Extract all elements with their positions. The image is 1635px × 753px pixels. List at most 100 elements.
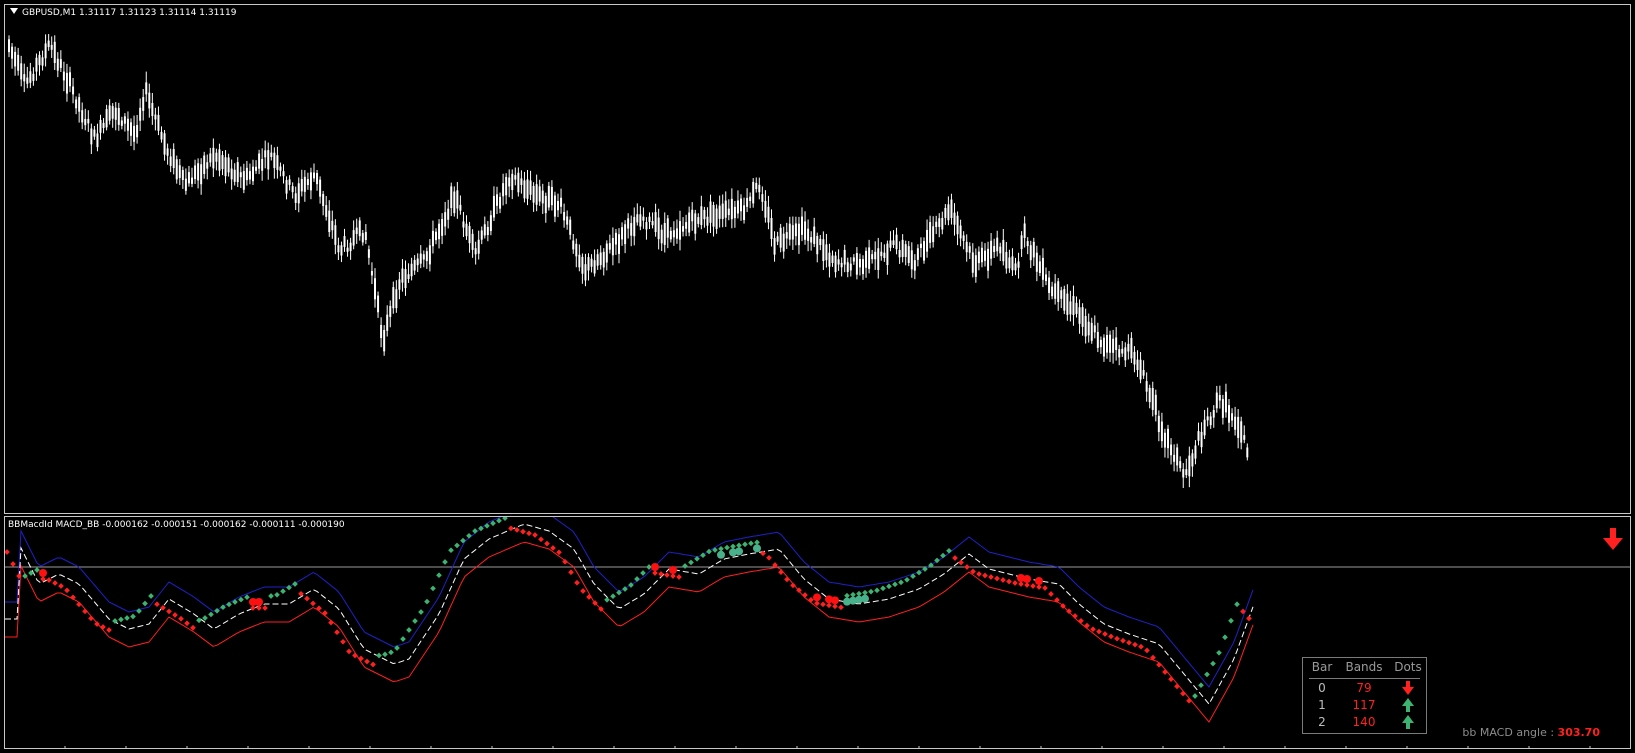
candle-body bbox=[75, 99, 78, 109]
candle-body bbox=[447, 208, 450, 220]
candle-body bbox=[102, 122, 105, 129]
candle-body bbox=[535, 184, 538, 205]
up-dot bbox=[904, 576, 910, 583]
down-dot bbox=[952, 555, 958, 561]
down-dot bbox=[808, 596, 814, 603]
candle-body bbox=[468, 225, 471, 244]
candle-body bbox=[200, 164, 203, 185]
candle-body bbox=[797, 223, 800, 246]
candle-body bbox=[178, 165, 181, 178]
candle-body bbox=[953, 212, 956, 225]
candle-body bbox=[724, 200, 727, 218]
candle-body bbox=[950, 199, 953, 219]
collapse-triangle-icon[interactable] bbox=[10, 8, 18, 14]
down-dot bbox=[1084, 622, 1090, 629]
down-dot bbox=[334, 629, 340, 636]
down-dot bbox=[70, 594, 76, 601]
candle-body bbox=[746, 197, 749, 207]
candle-body bbox=[843, 249, 846, 265]
candle-body bbox=[666, 218, 669, 238]
candle-body bbox=[1005, 251, 1008, 269]
candle-body bbox=[346, 247, 349, 252]
down-dot bbox=[526, 530, 532, 537]
macd-cross-dot bbox=[39, 569, 47, 577]
up-dot bbox=[460, 537, 466, 544]
candle-body bbox=[41, 57, 44, 66]
candle-body bbox=[1160, 421, 1163, 442]
candle-body bbox=[553, 195, 556, 217]
down-dot bbox=[784, 576, 790, 583]
price-chart-pane[interactable]: GBPUSD,M1 1.31117 1.31123 1.31114 1.3111… bbox=[4, 4, 1631, 514]
candle-body bbox=[669, 230, 672, 240]
down-dot bbox=[1138, 643, 1144, 650]
candle-body bbox=[1191, 453, 1194, 467]
candle-body bbox=[837, 259, 840, 265]
down-dot bbox=[1006, 578, 1012, 585]
candle-body bbox=[1200, 431, 1203, 448]
candle-body bbox=[1054, 283, 1057, 299]
candle-body bbox=[197, 163, 200, 181]
candle-body bbox=[499, 196, 502, 209]
candle-body bbox=[544, 195, 547, 214]
candle-body bbox=[932, 226, 935, 243]
candle-body bbox=[425, 251, 428, 262]
down-dot bbox=[250, 605, 256, 611]
candle-body bbox=[526, 179, 529, 199]
down-dot bbox=[160, 604, 166, 611]
candle-body bbox=[633, 216, 636, 237]
candle-body bbox=[14, 51, 17, 67]
candle-body bbox=[319, 179, 322, 197]
indicator-pane[interactable]: BBMacdId MACD_BB -0.000162 -0.000151 -0.… bbox=[4, 516, 1631, 749]
candle-body bbox=[968, 246, 971, 253]
candle-body bbox=[654, 212, 657, 233]
candle-body bbox=[456, 190, 459, 209]
down-dot bbox=[1186, 697, 1192, 704]
candle-body bbox=[819, 238, 822, 245]
candle-body bbox=[593, 260, 596, 274]
candle-body bbox=[825, 244, 828, 261]
dashboard-header-row: Bar Bands Dots bbox=[1303, 660, 1426, 677]
candle-body bbox=[32, 73, 35, 81]
up-dot bbox=[466, 532, 472, 539]
up-dot bbox=[1192, 693, 1198, 699]
down-dot bbox=[172, 612, 178, 618]
down-dot bbox=[1156, 661, 1162, 668]
candle-body bbox=[230, 168, 233, 180]
candle-body bbox=[828, 252, 831, 267]
candle-body bbox=[11, 46, 14, 59]
down-dot bbox=[586, 594, 592, 600]
up-dot bbox=[406, 627, 412, 633]
candle-body bbox=[971, 252, 974, 273]
up-dot bbox=[34, 567, 40, 573]
macd-cross-dot bbox=[651, 563, 659, 571]
candle-body bbox=[114, 107, 117, 120]
candle-body bbox=[727, 208, 730, 216]
candle-body bbox=[154, 114, 157, 120]
candle-body bbox=[81, 110, 84, 123]
candle-body bbox=[1032, 241, 1035, 258]
candle-body bbox=[868, 247, 871, 269]
up-dot bbox=[424, 598, 430, 605]
up-dot bbox=[640, 570, 646, 576]
candle-body bbox=[78, 97, 81, 112]
candle-body bbox=[1057, 281, 1060, 302]
candle-body bbox=[913, 260, 916, 271]
candle-body bbox=[630, 223, 633, 236]
candle-body bbox=[517, 172, 520, 193]
candle-body bbox=[248, 171, 251, 180]
up-dot bbox=[418, 609, 424, 615]
candle-body bbox=[614, 232, 617, 245]
candle-body bbox=[96, 133, 99, 148]
candle-body bbox=[23, 74, 26, 82]
candle-body bbox=[62, 71, 65, 81]
candle-body bbox=[169, 156, 172, 166]
up-dot bbox=[856, 590, 862, 597]
up-dot bbox=[892, 581, 898, 588]
candle-body bbox=[1072, 296, 1075, 316]
candle-body bbox=[453, 191, 456, 214]
candle-body bbox=[291, 186, 294, 193]
candle-body bbox=[1243, 435, 1246, 440]
up-dot bbox=[610, 593, 616, 600]
candle-body bbox=[163, 133, 166, 155]
candle-body bbox=[209, 153, 212, 163]
